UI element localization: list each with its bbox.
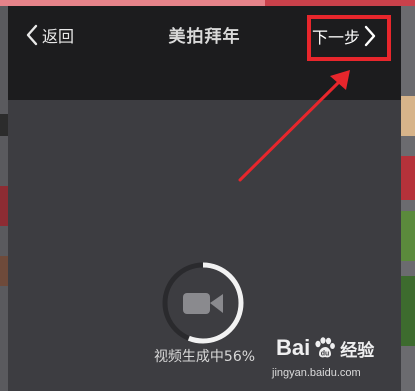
watermark-brand-left: Bai (276, 335, 311, 360)
background-page-right (401, 6, 415, 391)
baidu-jingyan-watermark: Bai du 经验 jingyan.baidu.com (268, 335, 408, 391)
generation-progress-ring (162, 262, 244, 344)
video-camera-icon (183, 293, 223, 314)
baidu-paw-icon: du (315, 337, 336, 358)
watermark-url: jingyan.baidu.com (272, 367, 361, 379)
watermark-brand-right: 经验 (340, 340, 375, 361)
svg-text:du: du (321, 351, 330, 358)
background-page-left (0, 6, 8, 391)
video-generation-screen: 返回 美拍拜年 下一步 视频生成中56% (8, 6, 401, 391)
